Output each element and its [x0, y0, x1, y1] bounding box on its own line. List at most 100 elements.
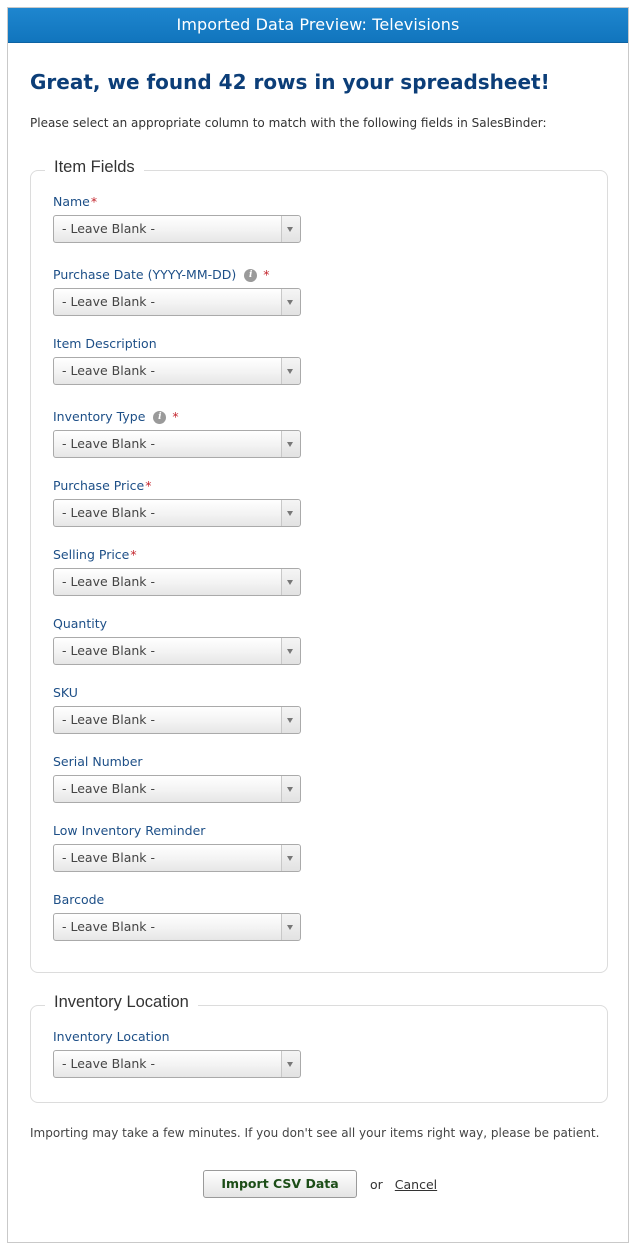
chevron-down-icon [287, 787, 293, 792]
chevron-down-icon [287, 300, 293, 305]
chevron-down-icon [287, 649, 293, 654]
select-value: - Leave Blank - [62, 505, 155, 520]
field-barcode: Barcode - Leave Blank - [53, 891, 301, 941]
field-label-text: Inventory Type [53, 409, 146, 424]
field-selling-price: Selling Price * - Leave Blank - [53, 546, 301, 596]
dropdown-toggle[interactable] [281, 707, 300, 733]
cancel-link[interactable]: Cancel [395, 1177, 437, 1192]
field-label-quantity: Quantity [53, 615, 301, 633]
item-fields-legend: Item Fields [45, 158, 144, 177]
field-label-low-inventory-reminder: Low Inventory Reminder [53, 822, 301, 840]
field-label-text: Low Inventory Reminder [53, 823, 206, 838]
import-preview-dialog: Imported Data Preview: Televisions Great… [7, 7, 629, 1243]
chevron-down-icon [287, 369, 293, 374]
field-label-text: Barcode [53, 892, 105, 907]
field-label-purchase-date-yyyy-mm-dd: Purchase Date (YYYY-MM-DD) i * [53, 266, 301, 284]
chevron-down-icon [287, 511, 293, 516]
field-purchase-date-yyyy-mm-dd: Purchase Date (YYYY-MM-DD) i * - Leave Blan… [53, 266, 301, 316]
dropdown-toggle[interactable] [281, 845, 300, 871]
select-value: - Leave Blank - [62, 1056, 155, 1071]
field-inventory-location: Inventory Location - Leave Blank - [53, 1028, 301, 1078]
inventory-type-column-select[interactable]: - Leave Blank - [53, 430, 301, 458]
select-value: - Leave Blank - [62, 643, 155, 658]
dropdown-toggle[interactable] [281, 216, 300, 242]
inventory-location-column-select[interactable]: - Leave Blank - [53, 1050, 301, 1078]
field-label-item-description: Item Description [53, 335, 301, 353]
name-column-select[interactable]: - Leave Blank - [53, 215, 301, 243]
select-value: - Leave Blank - [62, 221, 155, 236]
field-label-serial-number: Serial Number [53, 753, 301, 771]
field-label-text: Name [53, 194, 90, 209]
required-asterisk: * [145, 478, 152, 493]
field-name: Name * - Leave Blank - [53, 193, 301, 243]
select-value: - Leave Blank - [62, 294, 155, 309]
field-serial-number: Serial Number - Leave Blank - [53, 753, 301, 803]
dropdown-toggle[interactable] [281, 569, 300, 595]
select-value: - Leave Blank - [62, 919, 155, 934]
field-label-barcode: Barcode [53, 891, 301, 909]
purchase-price-column-select[interactable]: - Leave Blank - [53, 499, 301, 527]
item-description-column-select[interactable]: - Leave Blank - [53, 357, 301, 385]
low-inventory-reminder-column-select[interactable]: - Leave Blank - [53, 844, 301, 872]
dropdown-toggle[interactable] [281, 776, 300, 802]
chevron-down-icon [287, 442, 293, 447]
serial-number-column-select[interactable]: - Leave Blank - [53, 775, 301, 803]
field-item-description: Item Description - Leave Blank - [53, 335, 301, 385]
instructions-text: Please select an appropriate column to m… [30, 116, 547, 130]
field-purchase-price: Purchase Price * - Leave Blank - [53, 477, 301, 527]
import-csv-button[interactable]: Import CSV Data [203, 1170, 357, 1198]
dropdown-toggle[interactable] [281, 358, 300, 384]
field-low-inventory-reminder: Low Inventory Reminder - Leave Blank - [53, 822, 301, 872]
import-notice-text: Importing may take a few minutes. If you… [30, 1126, 600, 1140]
field-label-purchase-price: Purchase Price * [53, 477, 301, 495]
field-label-text: Quantity [53, 616, 108, 631]
select-value: - Leave Blank - [62, 574, 155, 589]
chevron-down-icon [287, 1062, 293, 1067]
chevron-down-icon [287, 227, 293, 232]
required-asterisk: * [90, 194, 98, 209]
info-icon[interactable]: i [153, 410, 167, 424]
info-icon[interactable]: i [244, 268, 258, 282]
dropdown-toggle[interactable] [281, 289, 300, 315]
chevron-down-icon [287, 856, 293, 861]
select-value: - Leave Blank - [62, 781, 155, 796]
form-actions: Import CSV Data or Cancel [203, 1170, 437, 1198]
dropdown-toggle[interactable] [281, 1051, 300, 1077]
field-label-name: Name * [53, 193, 301, 211]
item-fields-group: Item Fields Name * - Leave Blank - Purchase… [30, 158, 608, 973]
barcode-column-select[interactable]: - Leave Blank - [53, 913, 301, 941]
select-value: - Leave Blank - [62, 712, 155, 727]
inventory-location-legend: Inventory Location [45, 993, 198, 1012]
dropdown-toggle[interactable] [281, 500, 300, 526]
chevron-down-icon [287, 580, 293, 585]
or-separator: or [370, 1176, 383, 1192]
field-label-text: Selling Price [53, 547, 130, 562]
field-label-selling-price: Selling Price * [53, 546, 301, 564]
field-label-inventory-location: Inventory Location [53, 1028, 301, 1046]
chevron-down-icon [287, 718, 293, 723]
select-value: - Leave Blank - [62, 850, 155, 865]
required-asterisk: * [172, 409, 179, 424]
field-label-text: Item Description [53, 336, 157, 351]
required-asterisk: * [130, 547, 137, 562]
sku-column-select[interactable]: - Leave Blank - [53, 706, 301, 734]
field-label-text: SKU [53, 685, 78, 700]
chevron-down-icon [287, 925, 293, 930]
dialog-title: Imported Data Preview: Televisions [8, 8, 628, 43]
select-value: - Leave Blank - [62, 363, 155, 378]
selling-price-column-select[interactable]: - Leave Blank - [53, 568, 301, 596]
quantity-column-select[interactable]: - Leave Blank - [53, 637, 301, 665]
dropdown-toggle[interactable] [281, 914, 300, 940]
field-label-text: Purchase Price [53, 478, 145, 493]
dropdown-toggle[interactable] [281, 638, 300, 664]
dropdown-toggle[interactable] [281, 431, 300, 457]
select-value: - Leave Blank - [62, 436, 155, 451]
field-quantity: Quantity - Leave Blank - [53, 615, 301, 665]
purchase-date-yyyy-mm-dd-column-select[interactable]: - Leave Blank - [53, 288, 301, 316]
field-label-inventory-type: Inventory Type i * [53, 408, 301, 426]
field-label-sku: SKU [53, 684, 301, 702]
rows-found-headline: Great, we found 42 rows in your spreadsh… [30, 70, 550, 94]
field-sku: SKU - Leave Blank - [53, 684, 301, 734]
required-asterisk: * [263, 267, 270, 282]
field-inventory-type: Inventory Type i * - Leave Blank - [53, 408, 301, 458]
